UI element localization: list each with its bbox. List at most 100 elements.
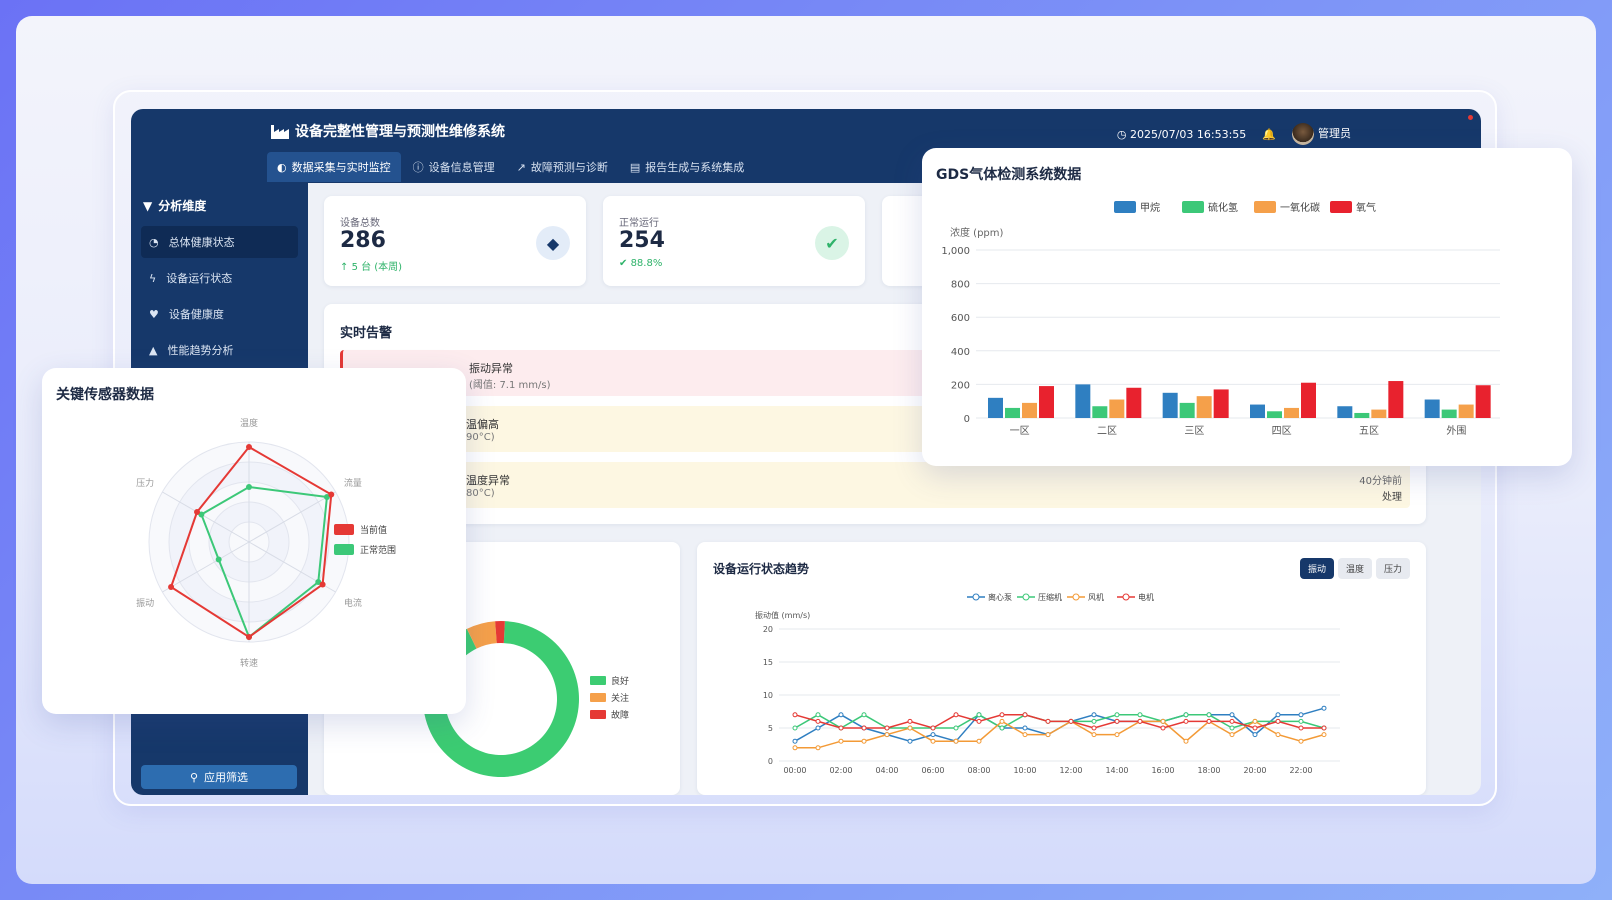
gds-bar	[1388, 381, 1404, 418]
radar-axis-label: 转速	[240, 657, 258, 669]
trend-x-tick: 02:00	[829, 766, 852, 775]
radar-point	[194, 509, 201, 515]
trend-point	[1229, 712, 1235, 718]
stat-card-running: 正常运行 254 ✔ 88.8% ✔	[603, 196, 865, 286]
stat-value: 254	[619, 228, 665, 253]
gds-legend-label: 一氧化碳	[1280, 201, 1320, 214]
gds-bar	[1354, 412, 1370, 418]
gds-legend-swatch	[1330, 201, 1352, 213]
trend-point	[1091, 725, 1097, 731]
trend-point	[1045, 732, 1051, 738]
donut-legend-swatch	[590, 693, 606, 702]
radar-title: 关键传感器数据	[56, 387, 154, 403]
gds-y-tick: 600	[951, 313, 970, 324]
alert-action-button[interactable]: 处理	[1382, 488, 1402, 503]
gds-y-tick: 0	[964, 414, 970, 425]
trend-title: 设备运行状态趋势	[713, 562, 810, 576]
trend-point	[1252, 718, 1258, 724]
sidebar-item-0[interactable]: ◔ 总体健康状态	[141, 226, 298, 258]
trend-point	[838, 738, 844, 744]
trend-point	[1229, 725, 1235, 731]
gds-bar	[1196, 396, 1212, 418]
heartbeat-icon: ♥	[149, 307, 159, 321]
trend-point	[884, 725, 890, 731]
trend-card: 设备运行状态趋势 振动 温度 压力 振动值 (mm/s) 0 5 10 15 20 00:00 0…	[697, 542, 1426, 795]
trend-point	[1298, 718, 1304, 724]
trend-metric-button-0[interactable]: 振动	[1299, 558, 1334, 579]
trend-point	[792, 712, 798, 718]
trend-point	[1252, 725, 1258, 731]
gds-x-tick: 三区	[1184, 425, 1204, 437]
alert-title: 温度异常	[466, 474, 510, 487]
donut-legend-label: 故障	[611, 709, 629, 721]
bell-icon[interactable]: 🔔	[1262, 128, 1276, 141]
gds-bar	[1092, 406, 1108, 418]
cubes-icon: ◆	[536, 226, 570, 260]
info-icon: ⓘ	[412, 161, 424, 174]
apply-filter-button[interactable]: ⚲ 应用筛选	[141, 765, 297, 789]
tab-label: 故障预测与诊断	[530, 161, 608, 174]
trend-point	[1229, 732, 1235, 738]
trend-point	[907, 725, 913, 731]
gds-bar	[1458, 404, 1474, 418]
trend-metric-button-2[interactable]: 压力	[1375, 558, 1410, 579]
tab-2[interactable]: ↗ 故障预测与诊断	[507, 152, 618, 182]
check-icon: ✔	[815, 226, 849, 260]
gds-bar	[1179, 402, 1195, 418]
user-name: 管理员	[1318, 127, 1351, 140]
gds-legend-swatch	[1254, 201, 1276, 213]
sidebar-item-3[interactable]: ▲ 性能趋势分析	[141, 334, 298, 366]
trend-point	[1298, 725, 1304, 731]
trend-point	[792, 745, 798, 751]
stat-sub-text: 88.8%	[630, 258, 663, 269]
gds-legend-label: 硫化氢	[1208, 201, 1238, 214]
alert-detail: 90°C)	[466, 432, 495, 443]
trend-point	[976, 718, 982, 724]
gds-legend-swatch	[1182, 201, 1204, 213]
app-title: 设备完整性管理与预测性维修系统	[271, 121, 505, 141]
trend-point	[1321, 732, 1327, 738]
notification-dot	[1468, 115, 1473, 120]
alert-row[interactable]: 温度异常 80°C) 40分钟前 处理	[340, 462, 1410, 508]
trend-point	[1275, 732, 1281, 738]
tab-1[interactable]: ⓘ 设备信息管理	[403, 152, 505, 182]
user-menu[interactable]: 管理员	[1292, 123, 1351, 145]
trend-point	[1275, 718, 1281, 724]
trend-metric-button-1[interactable]: 温度	[1337, 558, 1372, 579]
trend-point	[1091, 712, 1097, 718]
trend-point	[884, 732, 890, 738]
radar-axis-label: 压力	[136, 477, 154, 489]
sidebar-item-2[interactable]: ♥ 设备健康度	[141, 298, 298, 330]
tab-3[interactable]: ▤ 报告生成与系统集成	[620, 152, 754, 182]
trend-point	[861, 712, 867, 718]
alert-detail: (阈值: 7.1 mm/s)	[469, 380, 551, 391]
tab-0[interactable]: ◐ 数据采集与实时监控	[267, 152, 401, 182]
trend-point	[1045, 718, 1051, 724]
radar-axis-label: 温度	[240, 417, 258, 429]
filter-icon: ▼	[143, 198, 153, 213]
trend-y-tick: 0	[768, 757, 773, 766]
gds-bar	[1475, 385, 1491, 418]
document-icon: ▤	[629, 160, 641, 174]
trend-x-tick: 10:00	[1013, 766, 1036, 775]
trend-x-tick: 22:00	[1289, 766, 1312, 775]
donut-legend-label: 良好	[611, 675, 629, 687]
trend-point	[1298, 738, 1304, 744]
trend-legend-label: 风机	[1088, 592, 1104, 602]
gds-panel: GDS气体检测系统数据 甲烷 硫化氢 一氧化碳 氧气 浓度 (ppm) 0 200 400 60…	[922, 148, 1572, 466]
trend-x-tick: 08:00	[967, 766, 990, 775]
trend-y-tick: 5	[768, 724, 773, 733]
avatar	[1292, 123, 1314, 145]
radar-point	[246, 634, 252, 640]
trend-point	[1183, 738, 1189, 744]
trend-point	[999, 712, 1005, 718]
tab-label: 数据采集与实时监控	[291, 161, 391, 174]
alerts-title: 实时告警	[340, 326, 393, 341]
sidebar-item-1[interactable]: ϟ 设备运行状态	[141, 262, 298, 294]
trend-point	[1091, 718, 1097, 724]
sidebar-title: ▼ 分析维度	[131, 183, 308, 222]
trend-point	[1114, 718, 1120, 724]
trend-point	[1137, 712, 1143, 718]
trend-point	[1068, 718, 1074, 724]
trend-y-axis-title: 振动值 (mm/s)	[755, 610, 810, 620]
